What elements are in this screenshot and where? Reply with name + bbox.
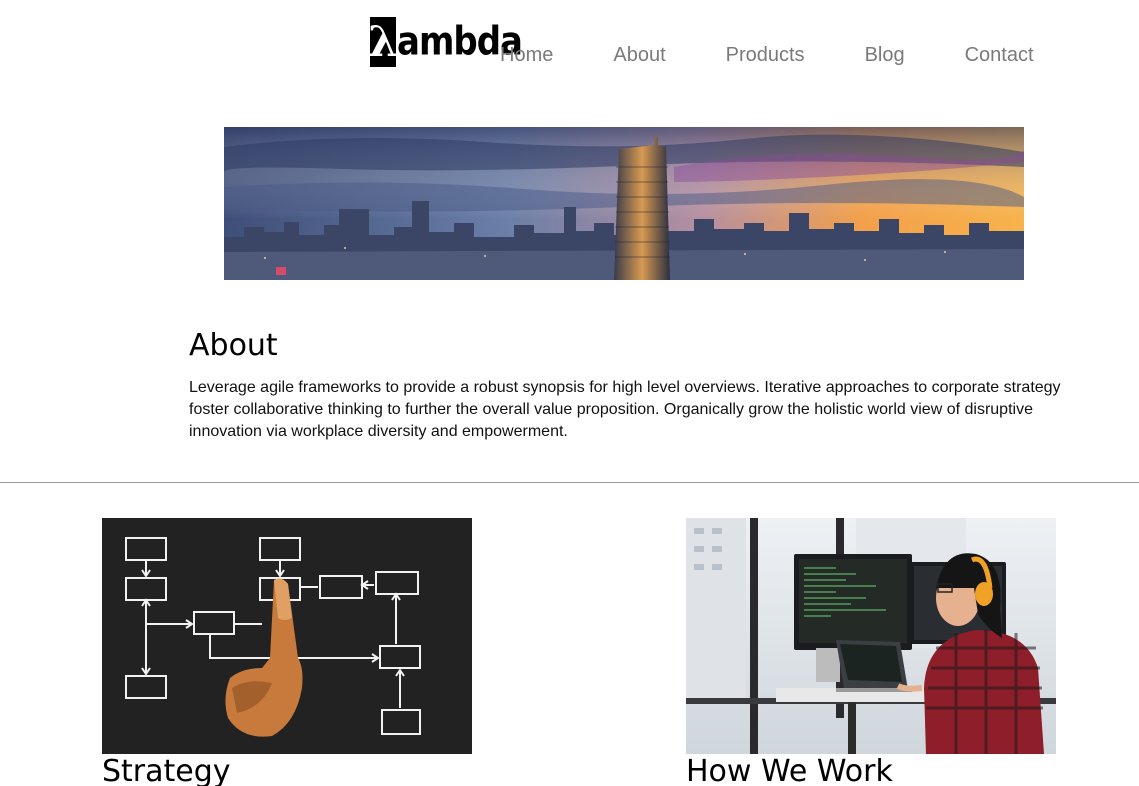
about-heading: About [189,328,278,363]
section-divider [0,482,1139,483]
nav-contact-link[interactable]: Contact [965,44,1034,67]
nav-about-link[interactable]: About [613,44,665,67]
nav-products-link[interactable]: Products [726,44,805,67]
hero-skyline-image [224,127,1024,280]
main-nav: Home About Products Blog Contact [500,44,1034,67]
how-we-work-image [686,518,1056,754]
nav-home-link[interactable]: Home [500,44,553,67]
nav-blog-link[interactable]: Blog [865,44,905,67]
about-paragraph: Leverage agile frameworks to provide a r… [189,379,1061,440]
strategy-heading: Strategy [102,754,231,786]
how-we-work-heading: How We Work [686,754,893,786]
strategy-flowchart-image [102,518,472,754]
lambda-icon: λ [368,17,398,67]
page: λ ambda Home About Products Blog Contact [0,0,1139,786]
